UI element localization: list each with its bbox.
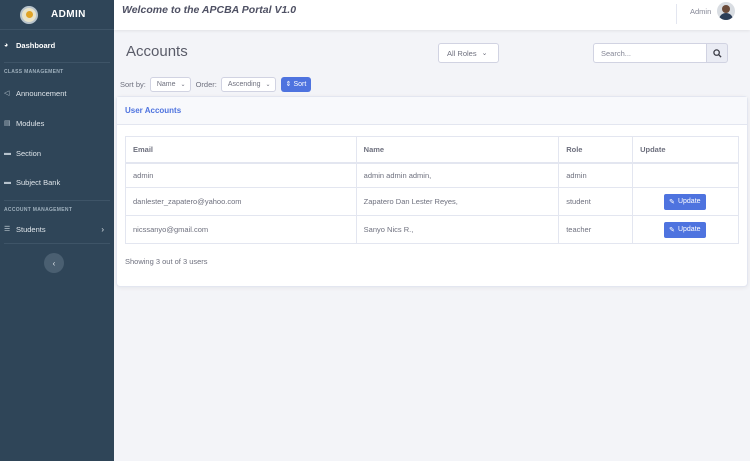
- sidebar-divider: [4, 200, 110, 201]
- order-label: Order:: [195, 79, 217, 89]
- book-icon: ▤: [4, 120, 11, 127]
- order-value: Ascending: [227, 80, 261, 88]
- sidebar-item-modules[interactable]: ▤ Modules: [0, 116, 114, 130]
- search-icon: [712, 48, 722, 58]
- school-logo-icon: [20, 5, 38, 24]
- cell-role: teacher: [558, 215, 634, 244]
- results-count: Showing 3 out of 3 users: [125, 257, 208, 266]
- role-filter-select[interactable]: All Roles ⌄: [438, 43, 499, 63]
- order-select[interactable]: Ascending ⌄: [220, 76, 276, 92]
- card-title: User Accounts: [125, 106, 182, 115]
- user-name[interactable]: Admin: [690, 7, 711, 16]
- folder-icon: ▬: [4, 178, 11, 186]
- chevron-down-icon: ⌄: [180, 81, 186, 88]
- cell-email: nicssanyo@gmail.com: [125, 215, 357, 244]
- search-placeholder: Search...: [601, 48, 632, 58]
- sort-toolbar: Sort by: Name ⌄ Order: Ascending ⌄ ⇕ Sor…: [120, 76, 312, 92]
- cell-role: student: [558, 187, 634, 216]
- sort-by-label: Sort by:: [120, 79, 146, 89]
- brand-title: ADMIN: [51, 9, 86, 20]
- cell-email: danlester_zapatero@yahoo.com: [125, 187, 357, 216]
- sidebar-item-section[interactable]: ▬ Section: [0, 146, 114, 160]
- table-header-row: Email Name Role Update: [125, 136, 739, 164]
- chevron-left-icon: ‹: [52, 258, 56, 268]
- chevron-down-icon: ⌄: [265, 81, 271, 88]
- cell-name: admin admin admin,: [355, 162, 560, 188]
- card-header: User Accounts: [117, 97, 747, 125]
- page-title: Accounts: [126, 43, 188, 60]
- table-row: admin admin admin admin, admin: [125, 162, 739, 188]
- folder-icon: ▬: [4, 149, 11, 157]
- update-button-label: Update: [677, 226, 701, 233]
- sidebar-divider: [4, 62, 110, 63]
- search-button[interactable]: [706, 43, 728, 63]
- edit-icon: ✎: [669, 226, 675, 234]
- update-button[interactable]: ✎ Update: [664, 193, 706, 210]
- sort-by-value: Name: [156, 80, 176, 88]
- table-row: danlester_zapatero@yahoo.com Zapatero Da…: [125, 187, 739, 216]
- cell-update: [632, 162, 739, 188]
- chevron-down-icon: ⌄: [481, 50, 488, 57]
- edit-icon: ✎: [669, 198, 675, 206]
- sort-button[interactable]: ⇕ Sort: [280, 76, 312, 92]
- sort-button-label: Sort: [293, 80, 307, 88]
- sidebar-toggle-button[interactable]: ‹: [44, 253, 64, 273]
- topbar: Welcome to the APCBA Portal V1.0 Admin: [114, 0, 750, 30]
- role-filter-value: All Roles: [447, 48, 477, 58]
- avatar[interactable]: [717, 2, 735, 20]
- column-header-role: Role: [558, 136, 634, 164]
- column-header-update: Update: [632, 136, 739, 164]
- column-header-name: Name: [355, 136, 560, 164]
- sidebar-brand[interactable]: ADMIN: [0, 0, 114, 30]
- welcome-title: Welcome to the APCBA Portal V1.0: [122, 4, 297, 16]
- sort-by-select[interactable]: Name ⌄: [149, 76, 191, 92]
- cell-role: admin: [558, 162, 634, 188]
- update-button-label: Update: [677, 198, 701, 205]
- sidebar-divider: [4, 243, 110, 244]
- sort-icon: ⇕: [285, 81, 292, 88]
- sidebar-item-label: Announcement: [16, 88, 67, 98]
- megaphone-icon: ◁: [4, 90, 10, 97]
- sidebar-item-label: Modules: [16, 118, 45, 128]
- cell-email: admin: [125, 162, 357, 188]
- update-button[interactable]: ✎ Update: [664, 221, 706, 238]
- sidebar-item-label: Dashboard: [16, 40, 56, 50]
- sidebar-item-label: Subject Bank: [16, 177, 61, 187]
- cell-update: ✎ Update: [632, 187, 739, 216]
- cell-update: ✎ Update: [632, 215, 739, 244]
- sidebar-item-label: Section: [16, 148, 42, 158]
- topbar-divider: [676, 4, 677, 24]
- dashboard-icon: ◕: [4, 41, 9, 49]
- sidebar-item-label: Students: [16, 224, 46, 234]
- chevron-right-icon: ›: [101, 224, 104, 234]
- user-accounts-card: User Accounts Email Name Role Update adm…: [116, 96, 748, 287]
- sidebar-item-announcement[interactable]: ◁ Announcement: [0, 86, 114, 100]
- column-header-email: Email: [125, 136, 357, 164]
- cell-name: Zapatero Dan Lester Reyes,: [355, 187, 560, 216]
- accounts-table: Email Name Role Update admin admin admin…: [125, 136, 739, 244]
- sidebar-item-dashboard[interactable]: ◕ Dashboard: [0, 38, 114, 52]
- sidebar-item-subject-bank[interactable]: ▬ Subject Bank: [0, 175, 114, 189]
- sidebar-heading-account: ACCOUNT MANAGEMENT: [4, 207, 73, 213]
- list-icon: ☰: [4, 226, 11, 233]
- sidebar-heading-class: CLASS MANAGEMENT: [4, 69, 64, 75]
- search-input[interactable]: Search...: [593, 43, 706, 63]
- cell-name: Sanyo Nics R.,: [355, 215, 560, 244]
- sidebar-item-students[interactable]: ☰ Students ›: [0, 222, 114, 236]
- table-row: nicssanyo@gmail.com Sanyo Nics R., teach…: [125, 215, 739, 244]
- sidebar: ADMIN ◕ Dashboard CLASS MANAGEMENT ◁ Ann…: [0, 0, 114, 461]
